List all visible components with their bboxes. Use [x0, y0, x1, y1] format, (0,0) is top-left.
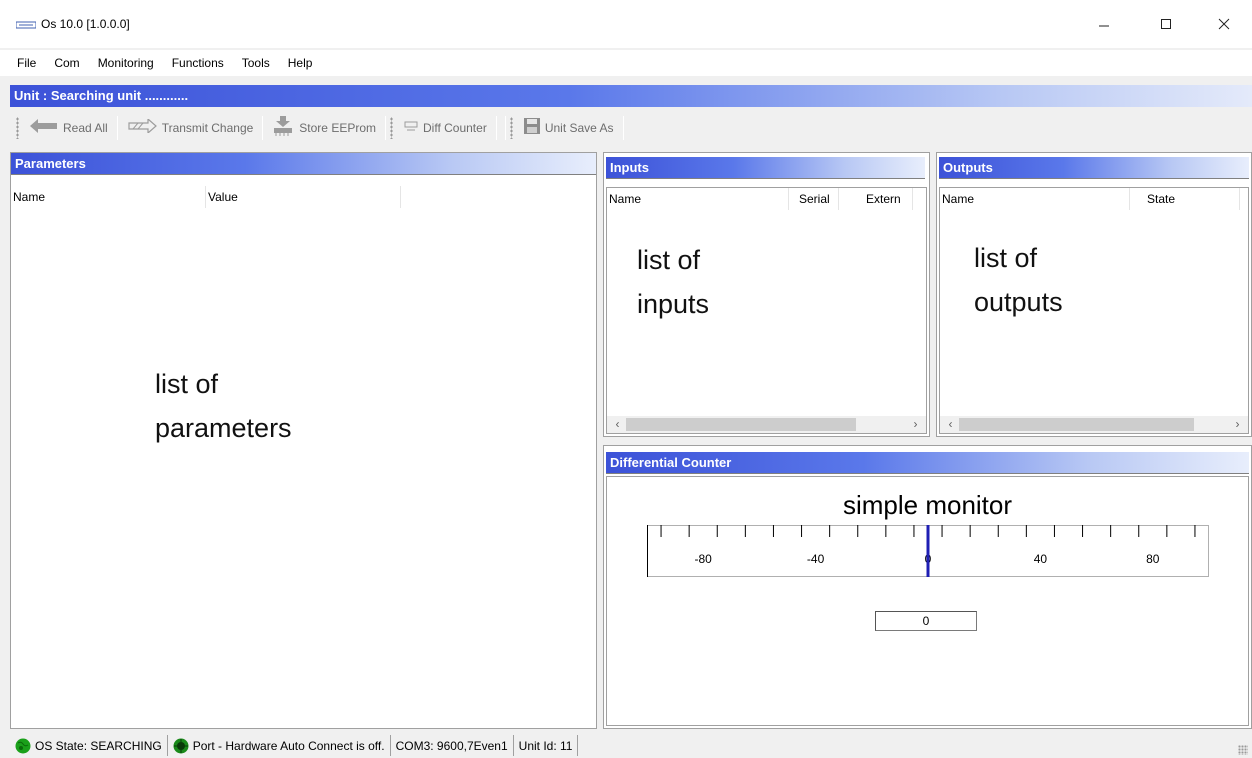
unit-id-status: Unit Id: 11 — [514, 735, 579, 756]
floppy-disk-icon — [523, 118, 540, 138]
toolbar-separator — [116, 116, 118, 140]
port-globe-icon — [173, 738, 189, 754]
scroll-thumb[interactable] — [626, 418, 856, 431]
close-button[interactable] — [1193, 0, 1252, 48]
port-text: Port - Hardware Auto Connect is off. — [192, 738, 385, 753]
diff-counter-label: Diff Counter — [423, 121, 487, 135]
read-all-button[interactable]: Read All — [25, 114, 113, 142]
column-header-state[interactable]: State — [1130, 188, 1240, 210]
toolbar-separator — [262, 116, 264, 140]
menu-com[interactable]: Com — [45, 50, 88, 76]
toolbar: Read All Transmit Change Store EEProm Di… — [10, 110, 1252, 146]
menu-tools[interactable]: Tools — [233, 50, 279, 76]
differential-counter-panel: Differential Counter simple monitor -80 -… — [603, 445, 1252, 729]
unit-id-text: Unit Id: 11 — [518, 738, 573, 753]
scale-gauge: -80-4004080 — [647, 525, 1209, 577]
diff-counter-button[interactable]: Diff Counter — [399, 114, 492, 142]
parameters-placeholder: list of parameters — [155, 369, 292, 443]
menu-help[interactable]: Help — [279, 50, 322, 76]
differential-counter-body: simple monitor -80-4004080 0 — [606, 476, 1249, 726]
outputs-horizontal-scrollbar[interactable]: ‹ › — [940, 416, 1248, 433]
toolbar-separator — [495, 116, 497, 140]
column-header-value[interactable]: Value — [206, 186, 401, 208]
unit-save-as-label: Unit Save As — [544, 121, 614, 135]
port-status: Port - Hardware Auto Connect is off. — [168, 735, 391, 756]
os-state-status: OS State: SEARCHING — [10, 735, 168, 756]
column-header-name[interactable]: Name — [607, 188, 789, 210]
transmit-change-button[interactable]: Transmit Change — [122, 114, 259, 142]
parameters-header: Parameters — [11, 153, 596, 175]
column-header-extern[interactable]: Extern — [843, 188, 913, 210]
arrow-right-icon — [127, 117, 157, 137]
menu-file[interactable]: File — [8, 50, 45, 76]
app-logo-icon — [15, 20, 37, 30]
counter-icon — [404, 120, 418, 137]
status-globe-icon — [15, 738, 31, 754]
store-eeprom-label: Store EEProm — [299, 121, 376, 135]
resize-grip-icon[interactable] — [1238, 745, 1248, 755]
os-state-text: OS State: SEARCHING — [35, 738, 162, 753]
gauge-tick-label: 40 — [1034, 552, 1048, 566]
outputs-panel: Outputs Name State list of outputs ‹ › — [936, 152, 1252, 437]
gauge-tick-label: 80 — [1146, 552, 1160, 566]
menu-functions[interactable]: Functions — [163, 50, 233, 76]
window-title: Os 10.0 [1.0.0.0] — [41, 17, 130, 31]
arrow-left-icon — [30, 119, 58, 137]
column-header-serial[interactable]: Serial — [789, 188, 839, 210]
app-window: Os 10.0 [1.0.0.0] File Com Monitoring Fu… — [0, 0, 1252, 758]
com-status: COM3: 9600,7Even1 — [391, 735, 514, 756]
transmit-change-label: Transmit Change — [161, 121, 254, 135]
title-bar[interactable]: Os 10.0 [1.0.0.0] — [0, 0, 1252, 48]
gauge-tick-label: -40 — [807, 552, 825, 566]
parameters-panel: Parameters Name Value list of parameters — [10, 152, 597, 729]
toolbar-separator — [504, 116, 506, 140]
parameters-list[interactable]: Name Value list of parameters — [11, 186, 596, 728]
outputs-header: Outputs — [939, 157, 1249, 179]
store-eeprom-button[interactable]: Store EEProm — [267, 114, 381, 142]
read-all-label: Read All — [63, 121, 108, 135]
column-header-name[interactable]: Name — [940, 188, 1130, 210]
chip-download-icon — [272, 116, 294, 140]
inputs-panel: Inputs Name Serial Extern list of inputs… — [603, 152, 930, 437]
scroll-left-icon[interactable]: ‹ — [609, 416, 626, 433]
counter-value-field[interactable]: 0 — [875, 611, 977, 631]
unit-header: Unit : Searching unit ............ — [10, 85, 1252, 107]
toolbar-separator — [385, 116, 386, 140]
outputs-list[interactable]: Name State list of outputs ‹ › — [939, 187, 1249, 434]
monitor-caption: simple monitor — [842, 490, 1013, 520]
toolbar-grip[interactable] — [390, 117, 393, 139]
menu-monitoring[interactable]: Monitoring — [89, 50, 163, 76]
outputs-placeholder: list of outputs — [974, 243, 1063, 317]
inputs-list[interactable]: Name Serial Extern list of inputs ‹ › — [606, 187, 927, 434]
inputs-placeholder: list of inputs — [637, 245, 710, 319]
menu-bar: File Com Monitoring Functions Tools Help — [0, 50, 1252, 76]
minimize-button[interactable] — [1073, 0, 1135, 48]
com-text: COM3: 9600,7Even1 — [395, 738, 508, 753]
toolbar-separator — [622, 116, 624, 140]
scroll-thumb[interactable] — [959, 418, 1194, 431]
status-bar: OS State: SEARCHING Port - Hardware Auto… — [0, 733, 1252, 758]
maximize-button[interactable] — [1135, 0, 1197, 48]
scroll-right-icon[interactable]: › — [907, 416, 924, 433]
inputs-horizontal-scrollbar[interactable]: ‹ › — [607, 416, 926, 433]
column-header-name[interactable]: Name — [11, 186, 206, 208]
toolbar-grip[interactable] — [509, 117, 513, 139]
differential-counter-header: Differential Counter — [606, 452, 1249, 474]
gauge-tick-label: -80 — [695, 552, 713, 566]
unit-save-as-button[interactable]: Unit Save As — [519, 114, 619, 142]
inputs-header: Inputs — [606, 157, 925, 179]
scroll-left-icon[interactable]: ‹ — [942, 416, 959, 433]
toolbar-grip[interactable] — [16, 117, 19, 139]
scroll-right-icon[interactable]: › — [1229, 416, 1246, 433]
